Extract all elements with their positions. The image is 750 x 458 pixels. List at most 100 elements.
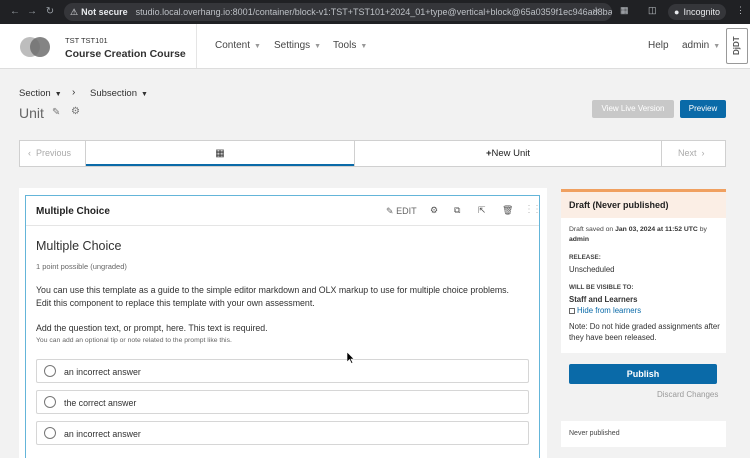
checkbox-icon[interactable] bbox=[569, 307, 575, 314]
xblock-header: Multiple Choice ✎ EDIT ⚙ ⧉ ⇱ 🗑 ⋮⋮ bbox=[26, 196, 542, 226]
publish-button[interactable]: Publish bbox=[569, 364, 717, 384]
radio-button[interactable] bbox=[44, 396, 56, 408]
course-info: TST TST101 Course Creation Course bbox=[65, 36, 186, 60]
forward-icon[interactable]: → bbox=[25, 6, 39, 17]
breadcrumb-section[interactable]: Section ▼ bbox=[19, 88, 62, 99]
sequence-nav: ‹ Previous ▦ +New Unit Next › bbox=[19, 140, 726, 167]
preview-button[interactable]: Preview bbox=[680, 100, 726, 118]
user-menu[interactable]: admin ▼ bbox=[682, 40, 720, 51]
problem-prompt: Add the question text, or prompt, here. … bbox=[36, 323, 268, 333]
warning-icon: ⚠ bbox=[70, 6, 79, 17]
nav-tools-label: Tools bbox=[333, 40, 357, 51]
hide-note: Note: Do not hide graded assignments aft… bbox=[569, 322, 720, 342]
chevron-down-icon: ▼ bbox=[254, 43, 261, 50]
security-label: Not secure bbox=[81, 7, 128, 17]
new-unit-label: New Unit bbox=[491, 148, 531, 159]
new-unit-button[interactable]: +New Unit bbox=[354, 141, 661, 166]
header-divider bbox=[196, 24, 197, 68]
studio-header: TST TST101 Course Creation Course Conten… bbox=[0, 24, 750, 69]
release-label: RELEASE: bbox=[569, 254, 601, 261]
choice-label: an incorrect answer bbox=[64, 367, 141, 377]
incognito-label: Incognito bbox=[683, 7, 720, 17]
saved-by-prefix: by bbox=[699, 226, 707, 233]
previous-label: Previous bbox=[36, 148, 72, 158]
chevron-down-icon: ▼ bbox=[314, 43, 322, 50]
breadcrumb-subsection[interactable]: Subsection ▼ bbox=[90, 88, 148, 99]
saved-date: Jan 03, 2024 at 11:52 UTC bbox=[615, 226, 698, 233]
hide-from-learners-checkbox[interactable]: Hide from learners bbox=[569, 306, 641, 315]
gear-icon[interactable]: ⚙ bbox=[71, 106, 80, 117]
breadcrumb-subsection-label: Subsection bbox=[90, 88, 138, 99]
xblock-component: Multiple Choice ✎ EDIT ⚙ ⧉ ⇱ 🗑 ⋮⋮ Multip… bbox=[25, 195, 542, 458]
xblock-title: Multiple Choice bbox=[36, 206, 110, 217]
back-icon[interactable]: ← bbox=[8, 6, 22, 17]
visible-label: WILL BE VISIBLE TO: bbox=[569, 284, 634, 291]
release-value: Unscheduled bbox=[569, 265, 615, 274]
user-name: admin bbox=[682, 40, 710, 51]
problem-tip: You can add an optional tip or note rela… bbox=[36, 337, 232, 344]
chevron-down-icon: ▼ bbox=[360, 43, 368, 50]
hide-label: Hide from learners bbox=[577, 306, 642, 315]
radio-button[interactable] bbox=[44, 427, 56, 439]
discard-changes-link[interactable]: Discard Changes bbox=[657, 390, 718, 399]
visible-value: Staff and Learners bbox=[569, 295, 638, 304]
status-title: Draft (Never published) bbox=[561, 192, 726, 218]
publish-history: Never published bbox=[561, 421, 726, 447]
browser-menu-icon[interactable]: ⋮ bbox=[736, 5, 745, 16]
reload-icon[interactable]: ↻ bbox=[43, 6, 57, 17]
url-text: studio.local.overhang.io:8001/container/… bbox=[135, 7, 612, 17]
pencil-icon[interactable]: ✎ bbox=[52, 107, 60, 118]
nav-content[interactable]: Content ▼ bbox=[215, 40, 261, 51]
chevron-down-icon: ▼ bbox=[141, 91, 148, 98]
incognito-icon: ● bbox=[674, 7, 680, 17]
extensions-icon[interactable]: ▦ bbox=[620, 5, 629, 16]
move-icon[interactable]: ⇱ bbox=[478, 205, 486, 216]
choice-label: an incorrect answer bbox=[64, 429, 141, 439]
breadcrumb-separator: › bbox=[72, 87, 76, 98]
book-icon: ▦ bbox=[215, 148, 225, 159]
help-link[interactable]: Help bbox=[648, 40, 669, 51]
nav-settings[interactable]: Settings ▼ bbox=[274, 40, 321, 51]
breadcrumb-section-label: Section bbox=[19, 88, 51, 99]
nav-content-label: Content bbox=[215, 40, 251, 51]
bookmark-star-icon[interactable]: ☆ bbox=[592, 5, 600, 16]
draft-saved-info: Draft saved on Jan 03, 2024 at 11:52 UTC… bbox=[569, 225, 721, 245]
publish-status-card: Draft (Never published) Draft saved on J… bbox=[561, 189, 726, 353]
choice-label: the correct answer bbox=[64, 398, 137, 408]
next-button[interactable]: Next › bbox=[661, 141, 725, 166]
problem-points: 1 point possible (ungraded) bbox=[36, 262, 127, 271]
course-title: Course Creation Course bbox=[65, 48, 186, 60]
view-live-button[interactable]: View Live Version bbox=[592, 100, 674, 118]
nav-settings-label: Settings bbox=[274, 40, 311, 51]
chevron-right-icon: › bbox=[701, 148, 705, 158]
unit-tab-active[interactable]: ▦ bbox=[86, 141, 354, 166]
incognito-badge[interactable]: ● Incognito bbox=[668, 4, 726, 20]
course-org: TST TST101 bbox=[65, 36, 108, 45]
unit-title: Unit bbox=[19, 105, 44, 121]
side-panel-icon[interactable]: ◫ bbox=[648, 5, 657, 16]
mouse-cursor-icon bbox=[347, 352, 355, 364]
trash-icon[interactable]: 🗑 bbox=[502, 205, 513, 216]
studio-logo[interactable] bbox=[20, 37, 52, 57]
choice-option[interactable]: an incorrect answer bbox=[36, 359, 529, 383]
debug-toolbar-toggle[interactable]: DjDT bbox=[726, 28, 748, 64]
gear-icon[interactable]: ⚙ bbox=[430, 205, 438, 216]
saved-by: admin bbox=[569, 236, 590, 243]
next-label: Next bbox=[678, 148, 697, 158]
previous-button[interactable]: ‹ Previous bbox=[20, 141, 86, 166]
chevron-left-icon: ‹ bbox=[28, 148, 31, 158]
duplicate-icon[interactable]: ⧉ bbox=[454, 205, 460, 216]
edit-label: EDIT bbox=[396, 206, 417, 216]
problem-description: You can use this template as a guide to … bbox=[36, 285, 510, 308]
address-bar[interactable]: ⚠ Not secure studio.local.overhang.io:80… bbox=[64, 3, 612, 21]
pencil-icon: ✎ bbox=[386, 206, 394, 216]
radio-button[interactable] bbox=[44, 365, 56, 377]
edit-button[interactable]: ✎ EDIT bbox=[386, 206, 417, 217]
drag-handle-icon[interactable]: ⋮⋮ bbox=[524, 204, 542, 215]
choice-option[interactable]: the correct answer bbox=[36, 390, 529, 414]
problem-title: Multiple Choice bbox=[36, 239, 122, 253]
chevron-down-icon: ▼ bbox=[713, 43, 721, 50]
nav-tools[interactable]: Tools ▼ bbox=[333, 40, 367, 51]
chevron-down-icon: ▼ bbox=[54, 91, 62, 98]
choice-option[interactable]: an incorrect answer bbox=[36, 421, 529, 445]
